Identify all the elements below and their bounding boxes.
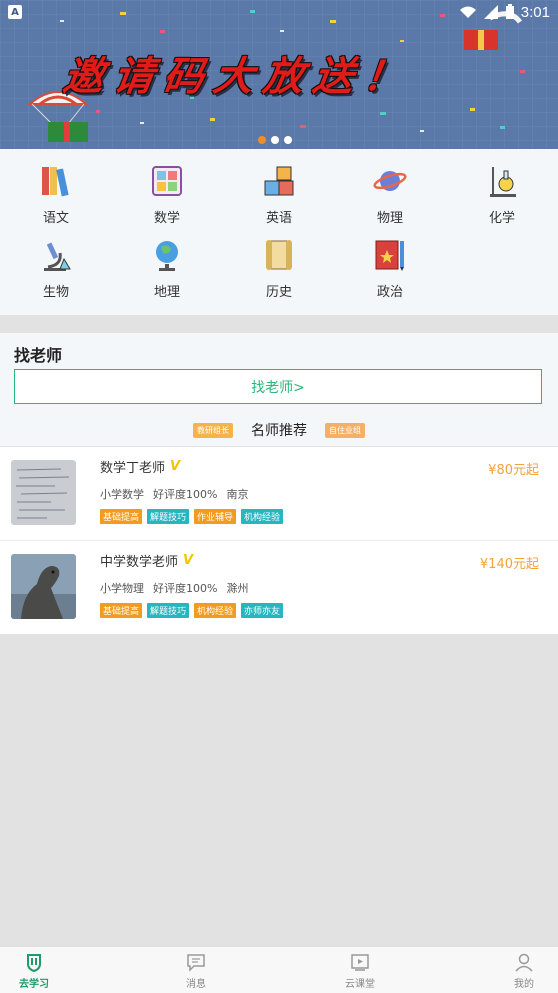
subject-english[interactable]: 英语 [239, 163, 319, 226]
tab-mine[interactable]: 我的 [484, 947, 558, 993]
subject-label: 地理 [153, 285, 180, 300]
teacher-tag: 作业辅导 [194, 509, 237, 524]
find-teacher-section: 找老师 找老师> 教研组长 名师推荐 自住业组 [0, 333, 558, 446]
book-pencil-icon [375, 240, 404, 271]
teacher-name: 中学数学老师 [100, 555, 179, 570]
teacher-card[interactable]: 中学数学老师 V 小学物理 好评度100% 滁州 基础提高 解题技巧 机构经验 … [0, 541, 558, 634]
banner-title: 邀请码大放送！ [60, 53, 417, 100]
teacher-avatar [11, 554, 76, 619]
teacher-name: 数学丁老师 [100, 461, 166, 476]
tab-label: 云课堂 [345, 979, 375, 990]
teacher-name-row: 中学数学老师 V [100, 551, 193, 570]
status-time: 3:01 [520, 3, 550, 21]
shield-book-icon [27, 954, 41, 972]
subject-label: 生物 [42, 285, 69, 300]
handwritten-notes-image [11, 460, 76, 525]
person-icon [515, 953, 533, 972]
banner-pagination [258, 136, 292, 144]
subject-biology[interactable]: 生物 [16, 237, 96, 300]
page-dot [258, 136, 266, 144]
teacher-price: ¥140元起 [479, 557, 539, 572]
teacher-name-row: 数学丁老师 V [100, 457, 180, 476]
seal-photo-image [11, 554, 76, 619]
subject-grid: 语文 数学 英语 物理 化学 生物 地理 历史 政治 [0, 149, 558, 315]
subject-label: 物理 [376, 211, 403, 226]
books-icon [42, 167, 69, 197]
recommend-title: 名师推荐 [251, 423, 307, 439]
subject-label: 化学 [488, 211, 515, 226]
tab-study[interactable]: 去学习 [0, 947, 74, 993]
teacher-price: ¥80元起 [488, 463, 539, 478]
flask-stand-icon [490, 167, 516, 197]
scroll-icon [266, 240, 292, 270]
battery-icon [505, 4, 514, 19]
microscope-icon [44, 242, 71, 271]
teacher-tag: 亦师亦友 [241, 603, 284, 618]
tab-cloud-class[interactable]: 云课堂 [320, 947, 400, 993]
subject-label: 数学 [153, 211, 180, 226]
tab-label: 消息 [186, 979, 206, 990]
subject-label: 历史 [265, 285, 292, 300]
subject-politics[interactable]: 政治 [350, 237, 430, 300]
teacher-subject: 小学数学 [100, 488, 144, 501]
subject-geography[interactable]: 地理 [127, 237, 207, 300]
find-teacher-button[interactable]: 找老师> [14, 369, 542, 404]
teacher-info: 小学数学 好评度100% 南京 [100, 486, 248, 502]
status-bar: A 3:01 [0, 0, 558, 24]
recommend-left-badge: 教研组长 [193, 422, 233, 438]
teacher-location: 滁州 [226, 582, 249, 595]
subject-chinese[interactable]: 语文 [16, 163, 96, 226]
teacher-info: 小学物理 好评度100% 滁州 [100, 580, 248, 596]
tab-messages[interactable]: 消息 [156, 947, 236, 993]
teacher-tag: 机构经验 [194, 603, 237, 618]
teacher-avatar [11, 460, 76, 525]
teacher-rating: 好评度100% [153, 488, 218, 501]
teacher-rating: 好评度100% [153, 582, 218, 595]
subject-physics[interactable]: 物理 [350, 163, 430, 226]
message-icon [187, 954, 205, 972]
teacher-tag: 解题技巧 [147, 603, 190, 618]
tab-label: 去学习 [19, 979, 49, 990]
teacher-tag: 基础提高 [100, 603, 143, 618]
teacher-tag: 机构经验 [241, 509, 284, 524]
globe-icon [156, 241, 178, 271]
signal-icon [483, 5, 498, 19]
wifi-icon [459, 6, 476, 18]
subject-label: 政治 [376, 285, 403, 300]
teacher-tags: 基础提高 解题技巧 机构经验 亦师亦友 [100, 603, 284, 618]
tab-label: 我的 [514, 979, 534, 990]
teacher-tag: 解题技巧 [147, 509, 190, 524]
teacher-subject: 小学物理 [100, 582, 144, 595]
abc-blocks-icon [264, 166, 294, 196]
video-play-icon [351, 954, 369, 971]
section-title: 找老师 [14, 346, 63, 365]
verified-v-icon: V [170, 459, 181, 474]
subject-history[interactable]: 历史 [239, 237, 319, 300]
subject-label: 英语 [265, 211, 292, 226]
teacher-location: 南京 [226, 488, 249, 501]
teacher-tag: 基础提高 [100, 509, 143, 524]
recommend-right-badge: 自住业组 [325, 422, 365, 438]
recommend-header: 教研组长 名师推荐 自住业组 [0, 419, 558, 441]
teacher-tags: 基础提高 解题技巧 作业辅导 机构经验 [100, 509, 284, 524]
subject-math[interactable]: 数学 [127, 163, 207, 226]
verified-v-icon: V [183, 553, 194, 568]
teacher-card[interactable]: 数学丁老师 V 小学数学 好评度100% 南京 基础提高 解题技巧 作业辅导 机… [0, 447, 558, 540]
app-notification-icon: A [8, 5, 22, 19]
subject-label: 语文 [42, 211, 69, 226]
page-dot [271, 136, 279, 144]
bottom-tab-bar: 去学习 消息 云课堂 我的 [0, 946, 558, 993]
calculator-icon [152, 166, 182, 196]
planet-icon [373, 171, 407, 191]
page-dot [284, 136, 292, 144]
subject-chemistry[interactable]: 化学 [462, 163, 542, 226]
